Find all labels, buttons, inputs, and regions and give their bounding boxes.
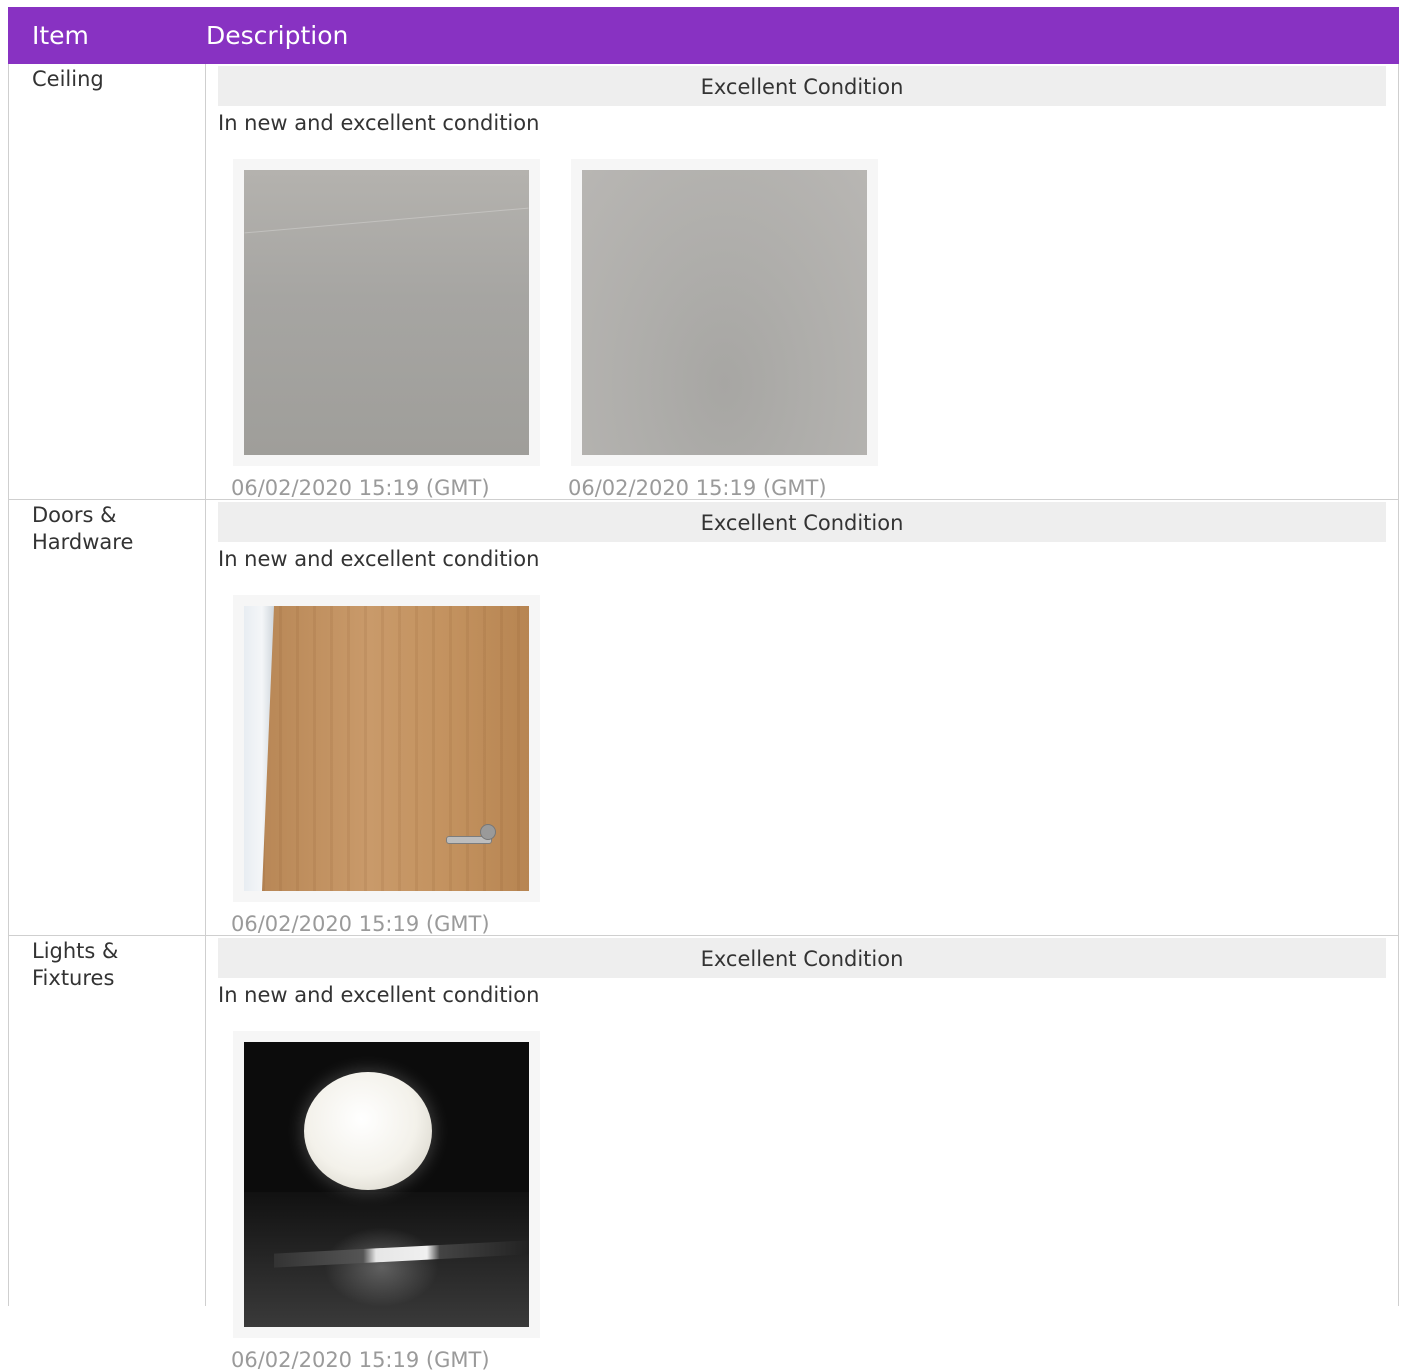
item-name: Lights & Fixtures <box>9 936 206 1306</box>
table-row-doors: Doors & Hardware Excellent Condition In … <box>8 500 1399 936</box>
description-cell: Excellent Condition In new and excellent… <box>207 936 1398 1372</box>
header-item: Item <box>32 21 89 50</box>
photo-thumbnail[interactable] <box>233 595 540 902</box>
description-cell: Excellent Condition In new and excellent… <box>207 64 1398 500</box>
description-text: In new and excellent condition <box>218 547 540 571</box>
condition-badge: Excellent Condition <box>218 938 1386 978</box>
photo-thumbnail[interactable] <box>233 159 540 466</box>
photo-timestamp: 06/02/2020 15:19 (GMT) <box>568 476 827 500</box>
door-photo-image <box>244 606 529 891</box>
photo-thumbnail[interactable] <box>233 1031 540 1338</box>
light-reflection <box>324 1227 439 1307</box>
condition-badge: Excellent Condition <box>218 502 1386 542</box>
description-cell: Excellent Condition In new and excellent… <box>207 500 1398 936</box>
table-row-ceiling: Ceiling Excellent Condition In new and e… <box>8 64 1399 500</box>
ceiling-lamp-icon <box>304 1072 432 1190</box>
table-header: Item Description <box>8 7 1399 64</box>
description-text: In new and excellent condition <box>218 983 540 1007</box>
table-row-lights: Lights & Fixtures Excellent Condition In… <box>8 936 1399 1372</box>
header-description: Description <box>206 21 349 50</box>
ceiling-photo-image <box>244 170 529 455</box>
item-name: Ceiling <box>9 64 206 499</box>
inspection-table: Item Description Ceiling Excellent Condi… <box>8 7 1399 1372</box>
item-name: Doors & Hardware <box>9 500 206 935</box>
description-text: In new and excellent condition <box>218 111 540 135</box>
photo-thumbnail[interactable] <box>571 159 878 466</box>
condition-badge: Excellent Condition <box>218 66 1386 106</box>
door-panel <box>262 606 529 891</box>
photo-timestamp: 06/02/2020 15:19 (GMT) <box>231 476 490 500</box>
door-rose-icon <box>480 824 496 840</box>
ceiling-photo-image <box>582 170 867 455</box>
photo-timestamp: 06/02/2020 15:19 (GMT) <box>231 912 490 936</box>
light-photo-image <box>244 1042 529 1327</box>
photo-timestamp: 06/02/2020 15:19 (GMT) <box>231 1348 490 1372</box>
